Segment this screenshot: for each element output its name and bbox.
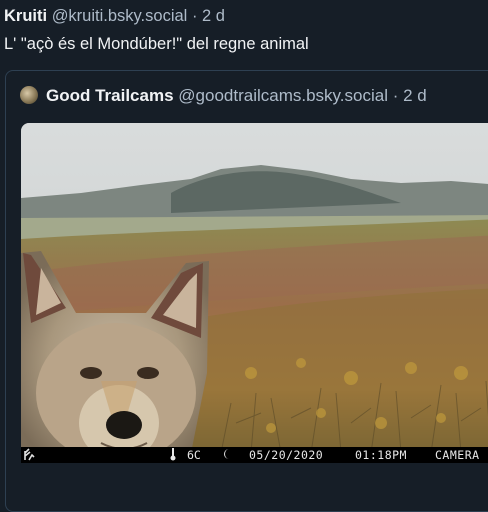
author-handle[interactable]: @kruiti.bsky.social: [52, 7, 188, 25]
thermometer-icon: [169, 447, 177, 461]
quote-author-name[interactable]: Good Trailcams: [46, 86, 174, 105]
trailcam-photo[interactable]: 6C 05/20/2020 01:18PM CAMERA: [21, 123, 488, 463]
coyote-photo-illustration: [21, 123, 488, 463]
separator-dot: ·: [191, 7, 198, 25]
temperature-readout: 6C: [187, 448, 201, 462]
camera-info-bar: 6C 05/20/2020 01:18PM CAMERA: [21, 447, 488, 463]
quote-time[interactable]: 2 d: [403, 86, 427, 105]
author-name[interactable]: Kruiti: [4, 7, 47, 25]
post-header: Kruiti @kruiti.bsky.social · 2 d: [4, 6, 225, 26]
feed-post[interactable]: Kruiti @kruiti.bsky.social · 2 d L' "açò…: [0, 0, 488, 512]
post-time[interactable]: 2 d: [202, 7, 225, 25]
capture-date: 05/20/2020: [249, 448, 324, 462]
avatar[interactable]: [20, 86, 38, 104]
brand-antler-icon: [23, 447, 35, 461]
camera-label: CAMERA: [435, 448, 480, 462]
crescent-moon-icon: [222, 447, 232, 461]
quoted-post-card[interactable]: Good Trailcams @goodtrailcams.bsky.socia…: [5, 70, 488, 512]
quote-author-handle[interactable]: @goodtrailcams.bsky.social: [178, 86, 388, 105]
quote-header: Good Trailcams @goodtrailcams.bsky.socia…: [20, 86, 427, 106]
separator-dot: ·: [392, 86, 399, 105]
post-text: L' "açò és el Mondúber!" del regne anima…: [4, 35, 309, 53]
capture-time: 01:18PM: [355, 448, 407, 462]
